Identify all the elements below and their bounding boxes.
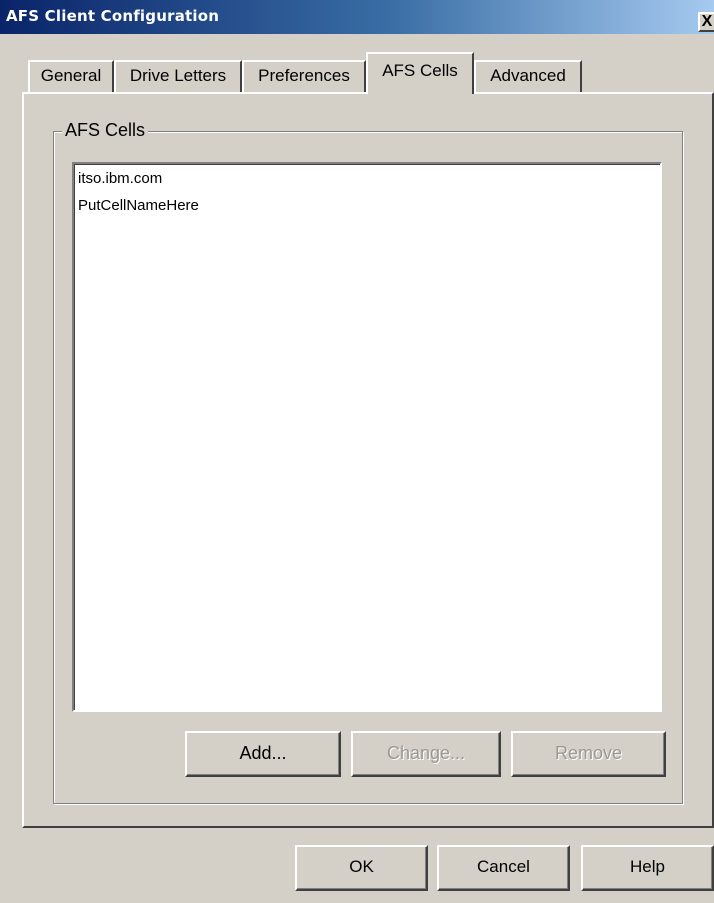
change-button[interactable]: Change...	[351, 731, 501, 777]
title-bar[interactable]: AFS Client Configuration X	[0, 0, 714, 34]
list-item[interactable]: itso.ibm.com	[78, 170, 162, 187]
tab-afs-cells[interactable]: AFS Cells	[366, 52, 474, 94]
list-item[interactable]: PutCellNameHere	[78, 197, 199, 214]
cell-listbox[interactable]: itso.ibm.com PutCellNameHere	[72, 162, 662, 712]
close-icon[interactable]: X	[698, 12, 714, 32]
tab-advanced[interactable]: Advanced	[474, 60, 582, 92]
tab-drive-letters[interactable]: Drive Letters	[114, 60, 242, 92]
window-title: AFS Client Configuration	[6, 7, 220, 25]
cancel-button[interactable]: Cancel	[437, 845, 570, 891]
help-button[interactable]: Help	[581, 845, 714, 891]
tab-preferences[interactable]: Preferences	[242, 60, 366, 92]
add-button[interactable]: Add...	[185, 731, 341, 777]
remove-button[interactable]: Remove	[511, 731, 666, 777]
afs-cells-group-label: AFS Cells	[62, 120, 149, 141]
tab-general[interactable]: General	[28, 60, 114, 92]
ok-button[interactable]: OK	[295, 845, 428, 891]
dialog-window: AFS Client Configuration X General Drive…	[0, 0, 714, 903]
